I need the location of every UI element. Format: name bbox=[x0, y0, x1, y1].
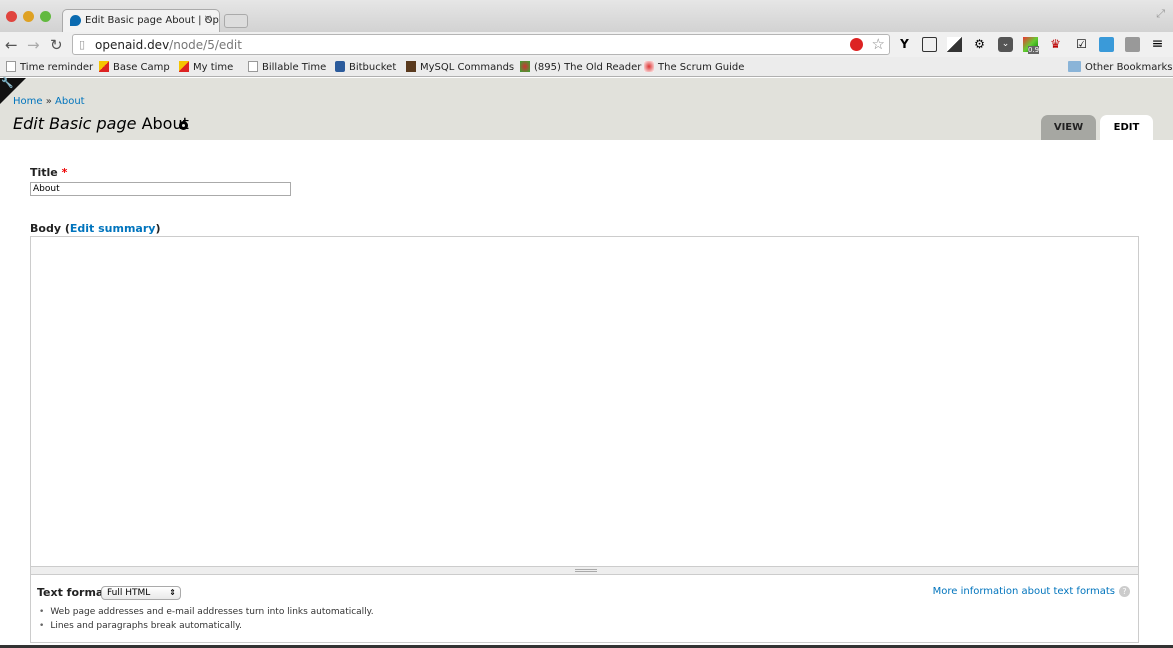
bookmark-label: Time reminder bbox=[20, 62, 94, 73]
browser-tab[interactable]: Edit Basic page About | Op ✕ bbox=[62, 9, 220, 33]
gear-icon[interactable]: ⚙ bbox=[972, 37, 987, 52]
bookmarks-bar: Time reminder Base Camp My time Billable… bbox=[0, 57, 1173, 77]
edit-summary-link[interactable]: Edit summary bbox=[70, 222, 156, 235]
bookmark-label: MySQL Commands bbox=[420, 62, 515, 73]
body-label-text: Body bbox=[30, 222, 61, 235]
page-title: Edit Basic page About bbox=[13, 114, 189, 133]
close-tab-icon[interactable]: ✕ bbox=[204, 14, 212, 25]
breadcrumb: Home » About bbox=[13, 96, 85, 107]
adblock-icon[interactable] bbox=[850, 38, 863, 51]
checkbox-extension-icon[interactable]: ☑ bbox=[1074, 37, 1089, 52]
breadcrumb-separator: » bbox=[45, 96, 52, 107]
title-label-text: Title bbox=[30, 166, 58, 179]
body-textarea[interactable] bbox=[30, 236, 1139, 567]
extension-icon[interactable] bbox=[1125, 37, 1140, 52]
breadcrumb-about[interactable]: About bbox=[55, 96, 85, 107]
more-info-link[interactable]: More information about text formats? bbox=[933, 586, 1130, 597]
y-extension-icon[interactable]: Y bbox=[897, 37, 912, 52]
textarea-resize-handle[interactable] bbox=[30, 567, 1139, 575]
bookmark-label: My time bbox=[193, 62, 234, 73]
bookmark-label: Billable Time bbox=[262, 62, 327, 73]
format-tips: Web page addresses and e-mail addresses … bbox=[39, 607, 374, 635]
color-extension-icon[interactable]: 0.9 bbox=[1023, 37, 1040, 54]
bookmark[interactable]: (895) The Old Reader bbox=[520, 61, 641, 73]
bookmark-label: Bitbucket bbox=[349, 62, 397, 73]
fullscreen-icon[interactable]: ⤢ bbox=[1156, 7, 1165, 21]
breadcrumb-home[interactable]: Home bbox=[13, 96, 43, 107]
format-tip: Lines and paragraphs break automatically… bbox=[39, 621, 374, 631]
text-format-label: Text format bbox=[37, 586, 109, 599]
other-bookmarks[interactable]: Other Bookmarks bbox=[1068, 61, 1172, 73]
body-label: Body (Edit summary) bbox=[30, 222, 161, 235]
bookmark[interactable]: Base Camp bbox=[99, 61, 170, 73]
bookmark[interactable]: Time reminder bbox=[6, 61, 93, 73]
bookmark[interactable]: Billable Time bbox=[248, 61, 326, 73]
bookmark-label: (895) The Old Reader bbox=[534, 62, 642, 73]
delicious-icon[interactable] bbox=[947, 37, 962, 52]
scrum-icon bbox=[644, 61, 654, 72]
tab-extension-icon[interactable] bbox=[922, 37, 937, 52]
mysql-icon bbox=[406, 61, 416, 72]
format-tip: Web page addresses and e-mail addresses … bbox=[39, 607, 373, 617]
add-shortcut-icon[interactable] bbox=[179, 121, 188, 130]
basecamp-icon bbox=[99, 61, 109, 72]
folder-icon bbox=[1068, 61, 1081, 72]
drupal-icon bbox=[70, 15, 81, 26]
tab-edit[interactable]: EDIT bbox=[1100, 115, 1153, 140]
bitbucket-icon bbox=[335, 61, 345, 72]
title-label: Title * bbox=[30, 166, 67, 179]
browser-titlebar: Edit Basic page About | Op ✕ ⤢ bbox=[0, 0, 1173, 33]
reload-icon[interactable]: ↻ bbox=[50, 36, 63, 54]
more-info-text: More information about text formats bbox=[932, 586, 1115, 597]
bookmark-label: Base Camp bbox=[113, 62, 170, 73]
page-icon bbox=[248, 61, 258, 72]
close-window-button[interactable] bbox=[6, 11, 17, 22]
text-format-select[interactable]: Full HTML ⇕ bbox=[101, 586, 181, 600]
select-arrows-icon: ⇕ bbox=[169, 588, 176, 597]
screen-extension-icon[interactable] bbox=[1099, 37, 1114, 52]
old-reader-icon bbox=[520, 61, 530, 72]
page-icon bbox=[6, 61, 16, 72]
tab-title: Edit Basic page About | Op bbox=[85, 15, 219, 26]
forward-icon[interactable]: → bbox=[27, 36, 40, 54]
bookmark[interactable]: MySQL Commands bbox=[406, 61, 514, 73]
minimize-window-button[interactable] bbox=[23, 11, 34, 22]
page-header: 🔧 Home » About Edit Basic page About VIE… bbox=[0, 78, 1173, 140]
star-icon[interactable]: ☆ bbox=[872, 35, 885, 53]
text-format-value: Full HTML bbox=[107, 588, 151, 598]
basecamp-icon bbox=[179, 61, 189, 72]
back-icon[interactable]: ← bbox=[5, 36, 18, 54]
address-bar[interactable]: ▯ openaid.dev/node/5/edit ☆ bbox=[72, 34, 890, 55]
title-input[interactable] bbox=[30, 182, 291, 196]
browser-toolbar: ← → ↻ ▯ openaid.dev/node/5/edit ☆ Y ⚙ ⌄ … bbox=[0, 32, 1173, 57]
extension-badge: 0.9 bbox=[1028, 46, 1040, 54]
pocket-icon[interactable]: ⌄ bbox=[998, 37, 1013, 52]
help-icon: ? bbox=[1119, 586, 1130, 597]
menu-icon[interactable]: ≡ bbox=[1150, 37, 1165, 52]
grip-icon bbox=[575, 569, 597, 572]
maximize-window-button[interactable] bbox=[40, 11, 51, 22]
text-format-wrapper: Text format Full HTML ⇕ More information … bbox=[30, 575, 1139, 643]
bookmark-label: The Scrum Guide bbox=[658, 62, 745, 73]
required-marker: * bbox=[61, 166, 68, 179]
bookmark[interactable]: Bitbucket bbox=[335, 61, 396, 73]
url-path: /node/5/edit bbox=[169, 38, 242, 52]
bookmark-label: Other Bookmarks bbox=[1085, 62, 1173, 73]
page-title-type: Edit Basic page bbox=[13, 114, 137, 133]
new-tab-button[interactable] bbox=[224, 14, 248, 28]
bookmark[interactable]: The Scrum Guide bbox=[644, 61, 744, 73]
wrench-icon: 🔧 bbox=[1, 78, 14, 89]
couch-icon[interactable]: ♛ bbox=[1048, 37, 1063, 52]
url-host: openaid.dev bbox=[95, 38, 170, 52]
tab-view[interactable]: VIEW bbox=[1041, 115, 1096, 140]
page-icon: ▯ bbox=[79, 38, 86, 51]
bookmark[interactable]: My time bbox=[179, 61, 233, 73]
